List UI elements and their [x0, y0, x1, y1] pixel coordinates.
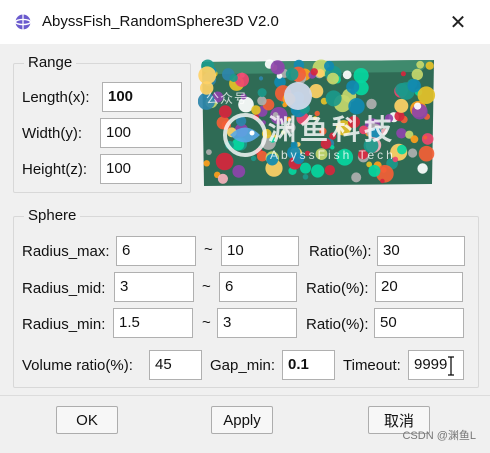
radius-min-label: Radius_min: — [22, 316, 106, 333]
width-label: Width(y): — [22, 125, 82, 142]
range-separator: ~ — [202, 278, 211, 295]
watermark-sub-text: AbyssFish Tech — [270, 148, 396, 162]
apply-button[interactable]: Apply — [211, 406, 273, 434]
radius-max-label: Radius_max: — [22, 243, 110, 260]
gap-min-label: Gap_min: — [210, 357, 276, 374]
sphere-group-title: Sphere — [24, 207, 81, 224]
radius-max-min-input[interactable]: 6 — [116, 236, 196, 266]
logo-icon — [223, 113, 267, 157]
gap-min-input[interactable]: 0.1 — [282, 350, 335, 380]
radius-min-ratio-label: Ratio(%): — [306, 316, 369, 333]
timeout-label: Timeout: — [343, 357, 401, 374]
radius-mid-ratio-input[interactable]: 20 — [375, 272, 463, 302]
watermark-credit: CSDN @渊鱼L — [402, 430, 476, 442]
radius-mid-label: Radius_mid: — [22, 280, 106, 297]
radius-max-max-input[interactable]: 10 — [221, 236, 299, 266]
radius-max-ratio-input[interactable]: 30 — [377, 236, 465, 266]
length-label: Length(x): — [22, 89, 90, 106]
height-label: Height(z): — [22, 161, 88, 178]
title-bar: AbyssFish_RandomSphere3D V2.0 ✕ — [0, 0, 490, 44]
volume-ratio-input[interactable]: 45 — [149, 350, 202, 380]
height-input[interactable]: 100 — [100, 154, 182, 184]
text-cursor-icon — [448, 356, 454, 376]
dialog-window: AbyssFish_RandomSphere3D V2.0 ✕ Range Le… — [0, 0, 490, 453]
radius-min-min-input[interactable]: 1.5 — [113, 308, 193, 338]
window-title: AbyssFish_RandomSphere3D V2.0 — [42, 13, 279, 30]
range-separator: ~ — [202, 314, 211, 331]
radius-mid-max-input[interactable]: 6 — [219, 272, 297, 302]
radius-max-ratio-label: Ratio(%): — [309, 243, 372, 260]
radius-min-ratio-input[interactable]: 50 — [374, 308, 464, 338]
width-input[interactable]: 100 — [100, 118, 182, 148]
radius-mid-ratio-label: Ratio(%): — [306, 280, 369, 297]
radius-min-max-input[interactable]: 3 — [217, 308, 297, 338]
close-icon: ✕ — [449, 11, 467, 34]
length-input[interactable]: 100 — [102, 82, 182, 112]
radius-mid-min-input[interactable]: 3 — [114, 272, 194, 302]
footer-divider — [0, 395, 490, 396]
range-group-title: Range — [24, 54, 77, 71]
volume-ratio-label: Volume ratio(%): — [22, 357, 133, 374]
ok-button[interactable]: OK — [56, 406, 118, 434]
app-icon — [14, 14, 32, 30]
timeout-input[interactable]: 9999 — [408, 350, 464, 380]
close-button[interactable]: ✕ — [426, 0, 490, 44]
watermark-small-text: 公众号 — [206, 91, 249, 106]
watermark-brand-text: 渊鱼科技 — [268, 114, 397, 145]
range-separator: ~ — [204, 241, 213, 258]
